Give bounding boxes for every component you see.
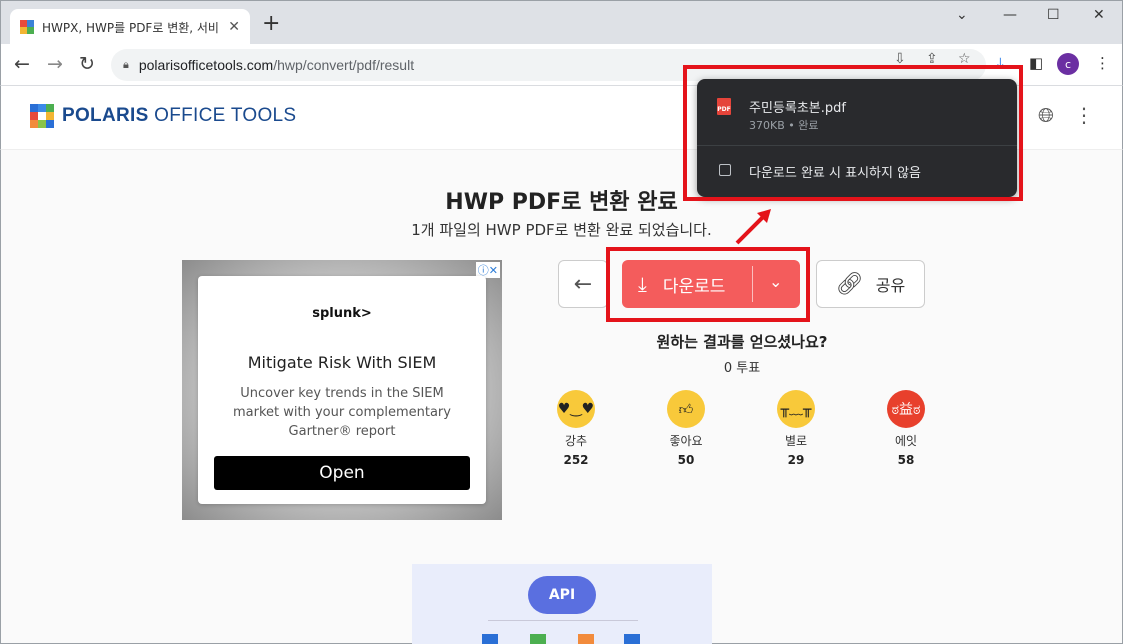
- api-cloud-icon: API: [528, 576, 596, 614]
- doc-node-icon: [530, 634, 546, 644]
- highlight-box-popup: [683, 65, 1023, 201]
- api-illustration: API: [412, 564, 712, 644]
- back-button[interactable]: ←: [558, 260, 608, 308]
- tab-title: HWPX, HWP를 PDF로 변환, 서비: [42, 20, 219, 35]
- api-connector-line: [488, 620, 638, 621]
- advertisement: ⓘ✕ splunk> Mitigate Risk With SIEM Uncov…: [182, 260, 502, 520]
- polaris-logo-icon: [30, 104, 54, 128]
- reaction-love[interactable]: ♥‿♥ 강추 252: [546, 390, 606, 467]
- site-menu-icon[interactable]: ⋮: [1074, 103, 1094, 127]
- reaction-count: 58: [897, 453, 915, 467]
- new-tab-icon[interactable]: +: [262, 13, 280, 35]
- reload-icon[interactable]: ↻: [79, 53, 95, 75]
- url-path: /hwp/convert/pdf/result: [273, 57, 415, 73]
- lock-icon: 🔒︎: [123, 58, 129, 71]
- polaris-favicon-icon: [20, 20, 34, 34]
- share-label: 공유: [875, 276, 906, 295]
- reaction-label: 에잇: [894, 434, 918, 448]
- left-arrow-icon: ←: [573, 271, 593, 297]
- language-globe-icon[interactable]: 🌐︎: [1038, 103, 1054, 127]
- share-button[interactable]: 🔗︎ 공유: [816, 260, 925, 308]
- reaction-label: 강추: [564, 434, 588, 448]
- doc-node-icon: [624, 634, 640, 644]
- ad-open-button[interactable]: Open: [214, 456, 470, 490]
- page-subtitle: 1개 파일의 HWP PDF로 변환 완료 되었습니다.: [411, 221, 712, 239]
- feedback-question: 원하는 결과를 얻으셨나요?: [656, 333, 828, 351]
- site-logo[interactable]: POLARIS OFFICE TOOLS: [30, 104, 296, 128]
- vote-count: 0 투표: [723, 361, 761, 376]
- annotation-arrow-icon: [735, 209, 771, 245]
- heart-eyes-emoji-icon: ♥‿♥: [557, 390, 595, 428]
- reaction-label: 좋아요: [669, 434, 703, 448]
- reaction-count: 29: [787, 453, 805, 467]
- thumbs-up-emoji-icon: 👍︎: [667, 390, 705, 428]
- angry-emoji-icon: ಠ益ಠ: [887, 390, 925, 428]
- reaction-like[interactable]: 👍︎ 좋아요 50: [656, 390, 716, 467]
- close-window-icon[interactable]: ✕: [1093, 7, 1105, 23]
- doc-node-icon: [578, 634, 594, 644]
- highlight-box-download: [606, 247, 810, 322]
- reaction-angry[interactable]: ಠ益ಠ 에잇 58: [876, 390, 936, 467]
- tab-search-chevron-icon[interactable]: ⌄: [956, 7, 968, 23]
- sad-tear-emoji-icon: ╥﹏╥: [777, 390, 815, 428]
- browser-menu-icon[interactable]: ⋮: [1095, 54, 1110, 72]
- maximize-icon[interactable]: ☐: [1047, 7, 1060, 23]
- brand-bold: POLARIS: [62, 105, 149, 126]
- url-host: polarisofficetools.com: [138, 57, 274, 73]
- profile-avatar[interactable]: c: [1057, 53, 1079, 75]
- brand-rest: OFFICE TOOLS: [148, 105, 297, 126]
- tab-close-icon[interactable]: ✕: [228, 19, 240, 35]
- reaction-count: 252: [563, 453, 589, 467]
- side-panel-icon[interactable]: ◧: [1029, 54, 1043, 72]
- back-arrow-icon[interactable]: ←: [14, 53, 30, 75]
- browser-tab[interactable]: HWPX, HWP를 PDF로 변환, 서비 ✕: [10, 9, 250, 45]
- link-icon: 🔗︎: [835, 271, 864, 297]
- minimize-icon[interactable]: —: [1003, 7, 1017, 23]
- reaction-count: 50: [677, 453, 695, 467]
- forward-arrow-icon[interactable]: →: [47, 53, 63, 75]
- doc-node-icon: [482, 634, 498, 644]
- ad-card[interactable]: splunk> Mitigate Risk With SIEM Uncover …: [198, 276, 486, 504]
- reaction-label: 별로: [784, 434, 808, 448]
- ad-body: Uncover key trends in the SIEM market wi…: [233, 386, 451, 439]
- reaction-meh[interactable]: ╥﹏╥ 별로 29: [766, 390, 826, 467]
- ad-brand: splunk>: [312, 306, 372, 321]
- tab-strip: HWPX, HWP를 PDF로 변환, 서비 ✕ + ⌄ — ☐ ✕: [0, 0, 1123, 45]
